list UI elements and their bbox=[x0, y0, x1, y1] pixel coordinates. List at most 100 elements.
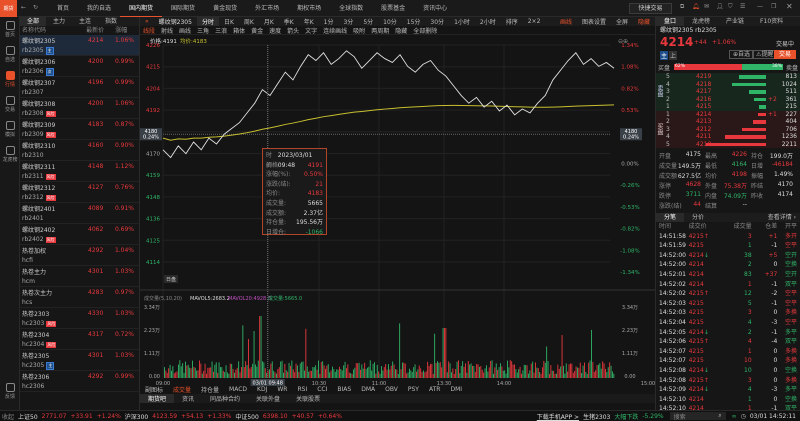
view-detail-link[interactable]: 查看详情 › bbox=[768, 213, 796, 222]
trade-tab-1[interactable]: 分价 bbox=[684, 213, 712, 222]
indicator-11[interactable]: PSY bbox=[403, 386, 424, 393]
sidebar-item-4[interactable]: 模拟 bbox=[0, 117, 20, 142]
quote-tab-1[interactable]: 龙虎榜 bbox=[684, 17, 718, 26]
indicator-3[interactable]: MACD bbox=[224, 386, 252, 393]
sidebar-item-6[interactable]: 反馈 bbox=[0, 379, 20, 404]
list-item[interactable]: 热卷主力 hcm 4301 1.03% bbox=[20, 266, 139, 287]
list-item[interactable]: 热卷2305 hc2305 主 4301 1.03% bbox=[20, 350, 139, 371]
search-box[interactable]: 搜索 ⌕ bbox=[669, 412, 726, 421]
draw-tool-4[interactable]: 三浪 bbox=[212, 26, 230, 35]
sidebar-item-2[interactable]: 行情 bbox=[0, 67, 20, 92]
indicator-7[interactable]: CCI bbox=[312, 386, 332, 393]
window-icon[interactable]: ⧉ bbox=[680, 3, 684, 11]
indicator-6[interactable]: RSI bbox=[292, 386, 312, 393]
back-arrow-icon[interactable]: « bbox=[140, 18, 154, 25]
trade-tab-0[interactable]: 分笔 bbox=[656, 213, 685, 222]
list-item[interactable]: 热卷加权 hcfi 4292 1.04% bbox=[20, 245, 139, 266]
listed-button[interactable]: 上 bbox=[669, 51, 678, 60]
sidebar-item-0[interactable]: 首页 bbox=[0, 17, 20, 42]
list-item[interactable]: 螺纹钢2311 rb2311 风险 4148 1.12% bbox=[20, 161, 139, 182]
list-item[interactable]: 螺纹钢2402 rb2402 风险 4062 0.69% bbox=[20, 224, 139, 245]
list-item[interactable]: 螺纹钢2305 rb2305 主 4214 1.06% bbox=[20, 35, 139, 56]
ask-level[interactable]: 3 4217 511 bbox=[656, 88, 800, 96]
period-11[interactable]: 1小时 bbox=[449, 17, 475, 26]
sidebar-item-3[interactable]: 交易 bbox=[0, 92, 20, 117]
nav-tab-1[interactable]: 我的自选 bbox=[78, 0, 120, 17]
bottom-tab-0[interactable]: 期货吧 bbox=[140, 394, 175, 403]
intraday-chart[interactable]: 4226421542044192417041594148413641254114… bbox=[140, 35, 655, 386]
sidebar-item-1[interactable]: 自选 bbox=[0, 42, 20, 67]
layout-dropdown[interactable]: 2×2 bbox=[523, 18, 546, 25]
sort-button[interactable]: 排序 bbox=[501, 17, 523, 26]
collapse-button[interactable]: 收起 bbox=[0, 412, 16, 421]
draw-tool-5[interactable]: 箱体 bbox=[230, 26, 248, 35]
list-item[interactable]: 螺纹钢2308 rb2308 风险 4200 1.06% bbox=[20, 98, 139, 119]
refresh-icon[interactable]: ↻ bbox=[33, 4, 38, 11]
fullscreen-button[interactable]: 全屏 bbox=[611, 17, 633, 26]
draw-tool-3[interactable]: 三角 bbox=[194, 26, 212, 35]
draw-tool-12[interactable]: 两周期 bbox=[368, 26, 392, 35]
indicator-5[interactable]: WR bbox=[272, 386, 292, 393]
bottom-tab-2[interactable]: 同品种合约 bbox=[202, 394, 248, 403]
mail-icon[interactable]: ✉ bbox=[704, 3, 709, 10]
close-icon[interactable]: ✕ bbox=[786, 2, 793, 11]
indicator-8[interactable]: BIAS bbox=[332, 386, 356, 393]
draw-tool-7[interactable]: 速度 bbox=[266, 26, 284, 35]
draw-button[interactable]: 画线 bbox=[555, 17, 577, 26]
menu-icon[interactable]: ☰ bbox=[740, 3, 745, 10]
quick-trade-button[interactable]: 快捷交易 bbox=[629, 3, 672, 14]
ask-level[interactable]: 1 4215 215 bbox=[656, 103, 800, 111]
bid-level[interactable]: 3 4212 706 bbox=[656, 125, 800, 133]
indicator-1[interactable]: 成交量 bbox=[168, 385, 196, 394]
draw-tool-14[interactable]: 全部删除 bbox=[410, 26, 440, 35]
indicator-9[interactable]: DMA bbox=[356, 386, 380, 393]
link-icon[interactable]: ∞ bbox=[730, 413, 739, 420]
list-tab-3[interactable]: 指数 bbox=[98, 17, 124, 26]
list-item[interactable]: 热卷2303 hc2303 风险 4330 1.03% bbox=[20, 308, 139, 329]
bid-level[interactable]: 2 4213 404 bbox=[656, 118, 800, 126]
sidebar-item-5[interactable]: 龙虎榜 bbox=[0, 142, 20, 167]
quote-tab-0[interactable]: 盘口 bbox=[656, 17, 685, 26]
nav-tab-9[interactable]: 资讯中心 bbox=[414, 0, 456, 17]
bottom-tab-1[interactable]: 资讯 bbox=[174, 394, 202, 403]
list-item[interactable]: 螺纹钢2306 rb2306 次 4200 0.99% bbox=[20, 56, 139, 77]
hide-button[interactable]: 隐藏 bbox=[633, 17, 655, 26]
user-icon[interactable]: 👤︎ bbox=[716, 3, 724, 10]
nav-tab-8[interactable]: 股票基金 bbox=[372, 0, 414, 17]
bid-level[interactable]: 5 4210 2211 bbox=[656, 140, 800, 148]
bottom-tab-4[interactable]: 关联股票 bbox=[288, 394, 328, 403]
list-item[interactable]: 热卷2306 hc2306 4292 0.99% bbox=[20, 371, 139, 392]
draw-tool-0[interactable]: 线段 bbox=[140, 26, 158, 35]
nav-tab-4[interactable]: 黄金现货 bbox=[204, 0, 246, 17]
indicator-2[interactable]: 持仓量 bbox=[196, 385, 224, 394]
list-item[interactable]: 热卷2304 hc2304 风险 4317 0.72% bbox=[20, 329, 139, 350]
draw-tool-8[interactable]: 箭头 bbox=[284, 26, 302, 35]
list-tab-0[interactable]: 全部 bbox=[20, 17, 47, 26]
indicator-10[interactable]: OBV bbox=[380, 386, 403, 393]
list-item[interactable]: 螺纹钢2307 rb2307 4196 0.99% bbox=[20, 77, 139, 98]
list-item[interactable]: 螺纹钢2401 rb2401 4089 0.91% bbox=[20, 203, 139, 224]
bottom-tab-3[interactable]: 关联外盘 bbox=[248, 394, 288, 403]
back-icon[interactable]: ← bbox=[21, 4, 26, 11]
quote-tab-3[interactable]: F10资料 bbox=[752, 17, 791, 26]
zoom-icons[interactable]: ⊖⊕ bbox=[618, 38, 628, 45]
restore-icon[interactable]: ❐ bbox=[771, 3, 776, 10]
bell-icon[interactable]: 🔔︎ bbox=[692, 3, 700, 10]
ask-level[interactable]: 2 4216 +2 361 bbox=[656, 95, 800, 103]
bid-level[interactable]: 4 4211 1236 bbox=[656, 133, 800, 141]
bid-level[interactable]: 1 4214 +1 227 bbox=[656, 110, 800, 118]
indicator-13[interactable]: DMI bbox=[445, 386, 467, 393]
draw-tool-2[interactable]: 画线 bbox=[176, 26, 194, 35]
nav-tab-0[interactable]: 首页 bbox=[48, 0, 78, 17]
nav-tab-6[interactable]: 期权市场 bbox=[288, 0, 330, 17]
trade-button[interactable]: 交易 bbox=[774, 50, 797, 59]
list-item[interactable]: 螺纹钢2310 rb2310 4160 0.90% bbox=[20, 140, 139, 161]
ask-level[interactable]: 4 4218 1024 bbox=[656, 80, 800, 88]
nav-tab-3[interactable]: 国际期货 bbox=[162, 0, 204, 17]
list-item[interactable]: 螺纹钢2309 rb2309 风险 4183 0.87% bbox=[20, 119, 139, 140]
main-contract-button[interactable]: 主 bbox=[660, 51, 669, 60]
nav-tab-7[interactable]: 全球指数 bbox=[330, 0, 372, 17]
list-tab-1[interactable]: 主力 bbox=[46, 17, 72, 26]
nav-tab-2[interactable]: 国内期货 bbox=[120, 0, 163, 17]
indicator-4[interactable]: KDJ bbox=[252, 386, 272, 393]
